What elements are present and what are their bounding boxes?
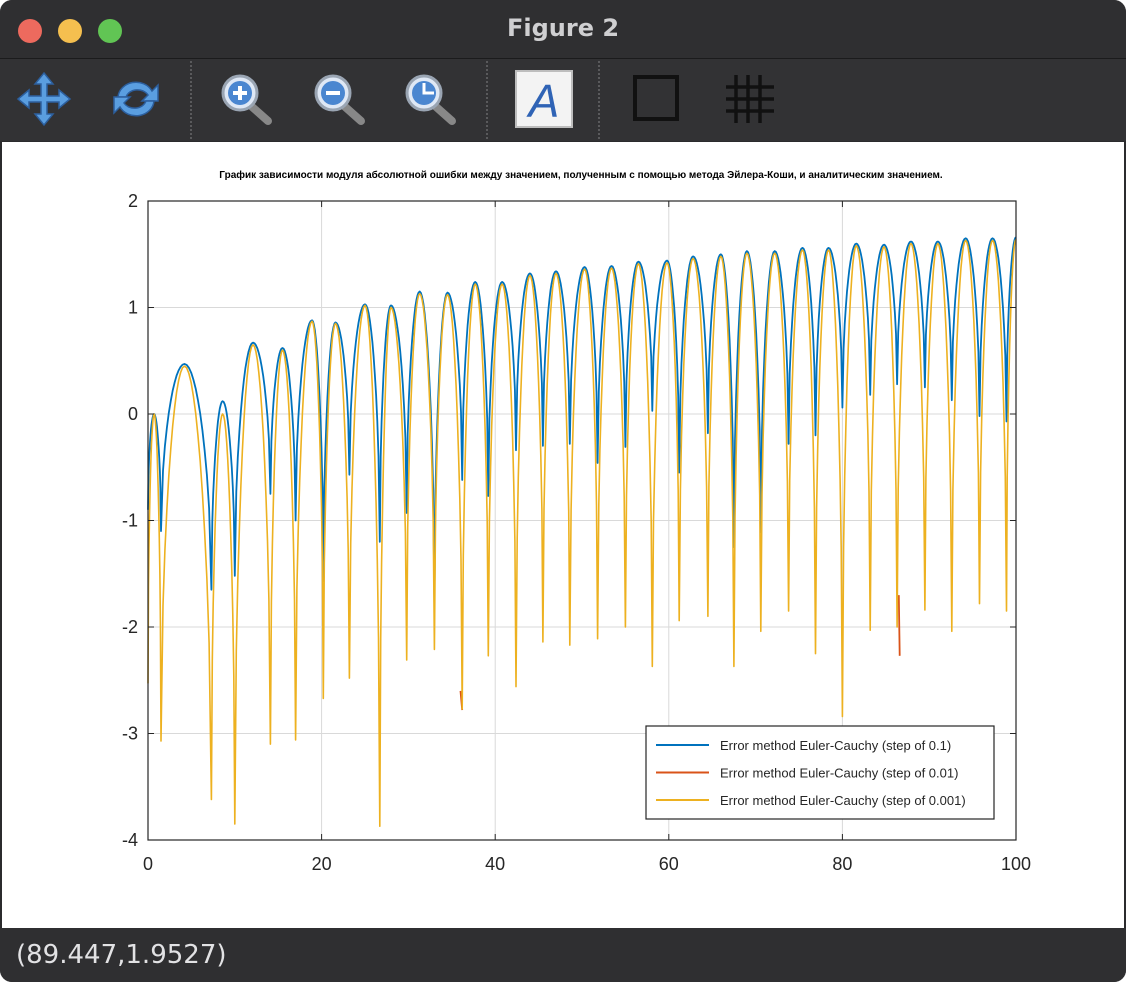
series-line	[147, 236, 1017, 604]
x-tick-label: 20	[312, 854, 332, 874]
plot-svg[interactable]: График зависимости модуля абсолютной оши…	[2, 142, 1124, 928]
y-tick-label: -2	[122, 617, 138, 637]
zoom-out-icon	[314, 74, 365, 125]
axes-box-button[interactable]	[627, 69, 687, 129]
cursor-coordinates: (89.447,1.9527)	[16, 940, 227, 970]
pan-button[interactable]	[14, 69, 74, 129]
title-bar: Figure 2	[0, 0, 1126, 59]
insert-text-button[interactable]: A	[514, 69, 574, 129]
x-tick-label: 40	[485, 854, 505, 874]
toolbar-separator	[190, 61, 192, 139]
x-tick-label: 80	[832, 854, 852, 874]
zoom-in-button[interactable]	[214, 69, 274, 129]
rotate-button[interactable]	[106, 69, 166, 129]
legend-label: Error method Euler-Cauchy (step of 0.1)	[720, 738, 951, 753]
svg-text:A: A	[526, 75, 560, 127]
zoom-reset-icon	[405, 74, 456, 125]
y-tick-label: 1	[128, 298, 138, 318]
grid-button[interactable]	[720, 69, 780, 129]
legend-label: Error method Euler-Cauchy (step of 0.001…	[720, 793, 966, 808]
figure-toolbar: A	[0, 59, 1126, 141]
rotate-icon	[113, 81, 159, 117]
y-tick-label: 0	[128, 404, 138, 424]
toolbar-separator	[486, 61, 488, 139]
insert-text-icon: A	[515, 70, 573, 128]
toolbar-separator	[598, 61, 600, 139]
chart-title: График зависимости модуля абсолютной оши…	[219, 169, 943, 181]
series-line	[459, 595, 901, 711]
y-tick-label: -3	[122, 724, 138, 744]
status-bar: (89.447,1.9527)	[0, 928, 1126, 982]
figure-canvas[interactable]: График зависимости модуля абсолютной оши…	[2, 142, 1124, 928]
grid-icon	[726, 75, 774, 123]
zoom-in-icon	[221, 74, 272, 125]
axes-box-icon	[633, 75, 679, 121]
zoom-reset-button[interactable]	[398, 69, 458, 129]
figure-window: Figure 2 A График зависимости модуля абс…	[0, 0, 1126, 982]
window-title: Figure 2	[506, 14, 620, 42]
pan-icon	[16, 71, 72, 127]
x-tick-label: 60	[659, 854, 679, 874]
y-tick-label: 2	[128, 191, 138, 211]
y-tick-label: -1	[122, 511, 138, 531]
x-tick-label: 0	[143, 854, 153, 874]
x-tick-label: 100	[1001, 854, 1031, 874]
legend[interactable]: Error method Euler-Cauchy (step of 0.1) E…	[645, 725, 995, 820]
y-tick-label: -4	[122, 830, 138, 850]
zoom-out-button[interactable]	[307, 69, 367, 129]
legend-label: Error method Euler-Cauchy (step of 0.01)	[720, 766, 958, 781]
